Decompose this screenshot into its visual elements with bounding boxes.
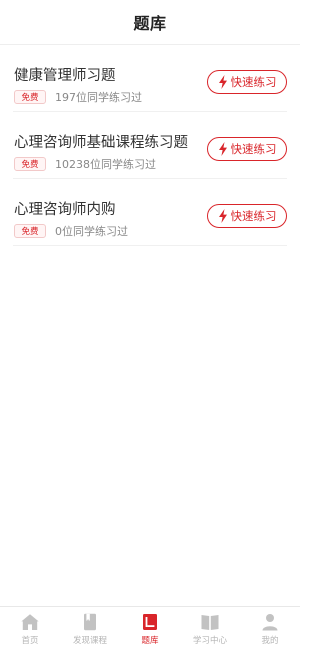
tab-label: 发现课程 <box>72 636 107 646</box>
lightning-icon <box>218 75 227 89</box>
open-book-icon <box>201 615 219 630</box>
practice-count: 0位同学练习过 <box>55 225 128 238</box>
question-bank-page: 题库 健康管理师习题 免费 197位同学练习过 快速练习 心理咨询师基础课程练习… <box>0 0 300 649</box>
tab-label: 首页 <box>21 636 39 646</box>
question-bank-title[interactable]: 心理咨询师内购 <box>14 198 116 219</box>
question-bank-title[interactable]: 健康管理师习题 <box>14 64 116 85</box>
practice-count: 197位同学练习过 <box>55 91 142 104</box>
tab-study-center[interactable]: 学习中心 <box>180 607 240 649</box>
question-bank-item[interactable]: 心理咨询师基础课程练习题 免费 10238位同学练习过 快速练习 <box>13 112 287 179</box>
free-badge: 免费 <box>14 157 46 171</box>
question-bank-item[interactable]: 心理咨询师内购 免费 0位同学练习过 快速练习 <box>13 179 287 246</box>
tab-label: 学习中心 <box>192 636 227 646</box>
quick-practice-label: 快速练习 <box>230 75 277 89</box>
free-badge: 免费 <box>14 90 46 104</box>
tab-discover-courses[interactable]: 发现课程 <box>60 607 120 649</box>
tab-home[interactable]: 首页 <box>0 607 60 649</box>
tab-mine[interactable]: 我的 <box>240 607 300 649</box>
quick-practice-button[interactable]: 快速练习 <box>207 70 287 94</box>
question-bank-item[interactable]: 健康管理师习题 免费 197位同学练习过 快速练习 <box>13 45 287 112</box>
question-bank-icon <box>143 614 157 630</box>
page-title: 题库 <box>133 14 167 33</box>
tab-question-bank[interactable]: 题库 <box>120 607 180 649</box>
home-icon <box>21 614 39 630</box>
quick-practice-button[interactable]: 快速练习 <box>207 137 287 161</box>
person-icon <box>262 614 278 631</box>
header-bar: 题库 <box>0 0 300 45</box>
bottom-tab-bar: 首页 发现课程 题库 学习中心 我的 <box>0 606 300 649</box>
book-icon <box>84 613 96 631</box>
practice-count: 10238位同学练习过 <box>55 158 156 171</box>
quick-practice-label: 快速练习 <box>230 209 277 223</box>
quick-practice-button[interactable]: 快速练习 <box>207 204 287 228</box>
question-bank-title[interactable]: 心理咨询师基础课程练习题 <box>14 131 188 152</box>
tab-label: 我的 <box>261 636 279 646</box>
quick-practice-label: 快速练习 <box>230 142 277 156</box>
lightning-icon <box>218 142 227 156</box>
free-badge: 免费 <box>14 224 46 238</box>
question-bank-list: 健康管理师习题 免费 197位同学练习过 快速练习 心理咨询师基础课程练习题 免… <box>0 45 300 246</box>
lightning-icon <box>218 209 227 223</box>
tab-label: 题库 <box>141 636 159 646</box>
